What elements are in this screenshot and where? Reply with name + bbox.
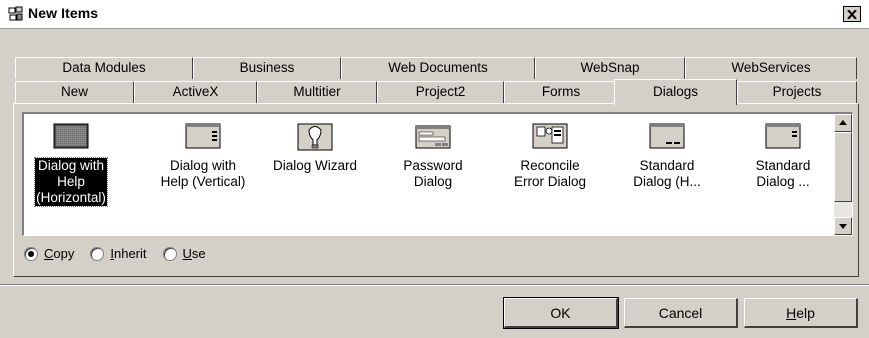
tab-forms[interactable]: Forms xyxy=(504,81,618,103)
item-label: Dialog with Help (Horizontal) xyxy=(34,157,108,207)
help-label: elp xyxy=(796,305,815,321)
item-label: Password Dialog xyxy=(403,158,463,189)
separator xyxy=(0,284,869,286)
tab-multitier[interactable]: Multitier xyxy=(257,81,377,103)
tab-activex[interactable]: ActiveX xyxy=(134,81,257,103)
radio-use-label: Use xyxy=(182,246,206,261)
arrow-up-icon xyxy=(839,120,847,125)
scroll-down-button[interactable] xyxy=(834,217,852,235)
radio-circle xyxy=(90,246,105,261)
list-item-dialog-with-help-vertical[interactable]: Dialog with Help (Vertical) xyxy=(148,118,258,190)
reconcile-error-icon xyxy=(532,123,568,149)
radio-copy-label: Copy xyxy=(44,246,75,261)
copy-mode-options: Copy Inherit Use xyxy=(24,246,222,261)
list-item-dialog-wizard[interactable]: Dialog Wizard xyxy=(260,118,370,174)
arrow-down-icon xyxy=(839,224,847,229)
item-label: Standard Dialog (H... xyxy=(633,158,701,189)
standard-dialog-v-icon xyxy=(765,123,801,149)
list-item-password-dialog[interactable]: Password Dialog xyxy=(378,118,488,190)
item-label: Dialog Wizard xyxy=(272,158,358,173)
tab-dialogs[interactable]: Dialogs xyxy=(614,79,737,105)
tab-business[interactable]: Business xyxy=(193,57,341,79)
lightbulb-wizard-icon xyxy=(297,123,333,151)
scroll-thumb[interactable] xyxy=(834,132,852,202)
radio-dot xyxy=(28,250,34,257)
help-accel: H xyxy=(786,305,797,321)
password-dialog-icon xyxy=(415,125,451,149)
list-item-dialog-with-help-horizontal[interactable]: Dialog with Help (Horizontal) xyxy=(30,118,112,207)
vertical-scrollbar[interactable] xyxy=(834,114,852,235)
new-items-icon xyxy=(8,6,23,21)
items-list-view[interactable]: Dialog with Help (Horizontal) Dialog wit… xyxy=(22,112,853,236)
close-button[interactable] xyxy=(843,6,861,22)
list-item-standard-dialog-h[interactable]: Standard Dialog (H... xyxy=(612,118,722,190)
title-bar: New Items xyxy=(0,0,869,29)
list-item-standard-dialog-v[interactable]: Standard Dialog ... xyxy=(728,118,838,190)
help-button[interactable]: Help xyxy=(744,298,858,328)
dialog-vertical-help-icon xyxy=(185,123,221,149)
item-label: Reconcile Error Dialog xyxy=(513,158,587,189)
radio-inherit[interactable]: Inherit xyxy=(90,246,147,261)
ok-button[interactable]: OK xyxy=(503,297,619,329)
list-item-reconcile-error-dialog[interactable]: Reconcile Error Dialog xyxy=(495,118,605,190)
cancel-button[interactable]: Cancel xyxy=(624,298,738,328)
standard-dialog-h-icon xyxy=(649,123,685,149)
radio-inherit-label: Inherit xyxy=(110,246,147,261)
item-label: Standard Dialog ... xyxy=(755,158,811,189)
tab-project2[interactable]: Project2 xyxy=(377,81,504,103)
dialog-horizontal-help-icon xyxy=(53,123,89,149)
radio-copy[interactable]: Copy xyxy=(24,246,74,261)
tab-data-modules[interactable]: Data Modules xyxy=(15,57,193,79)
radio-circle xyxy=(24,246,38,261)
radio-use[interactable]: Use xyxy=(162,246,206,261)
tab-new[interactable]: New xyxy=(15,81,134,103)
tab-webservices[interactable]: WebServices xyxy=(685,57,857,79)
tab-websnap[interactable]: WebSnap xyxy=(535,57,685,79)
scroll-up-button[interactable] xyxy=(834,114,852,132)
tab-projects[interactable]: Projects xyxy=(737,81,857,103)
radio-circle xyxy=(162,246,177,261)
tab-web-documents[interactable]: Web Documents xyxy=(341,57,535,79)
window-title: New Items xyxy=(28,5,99,21)
item-label: Dialog with Help (Vertical) xyxy=(160,158,246,189)
close-icon xyxy=(847,9,857,19)
